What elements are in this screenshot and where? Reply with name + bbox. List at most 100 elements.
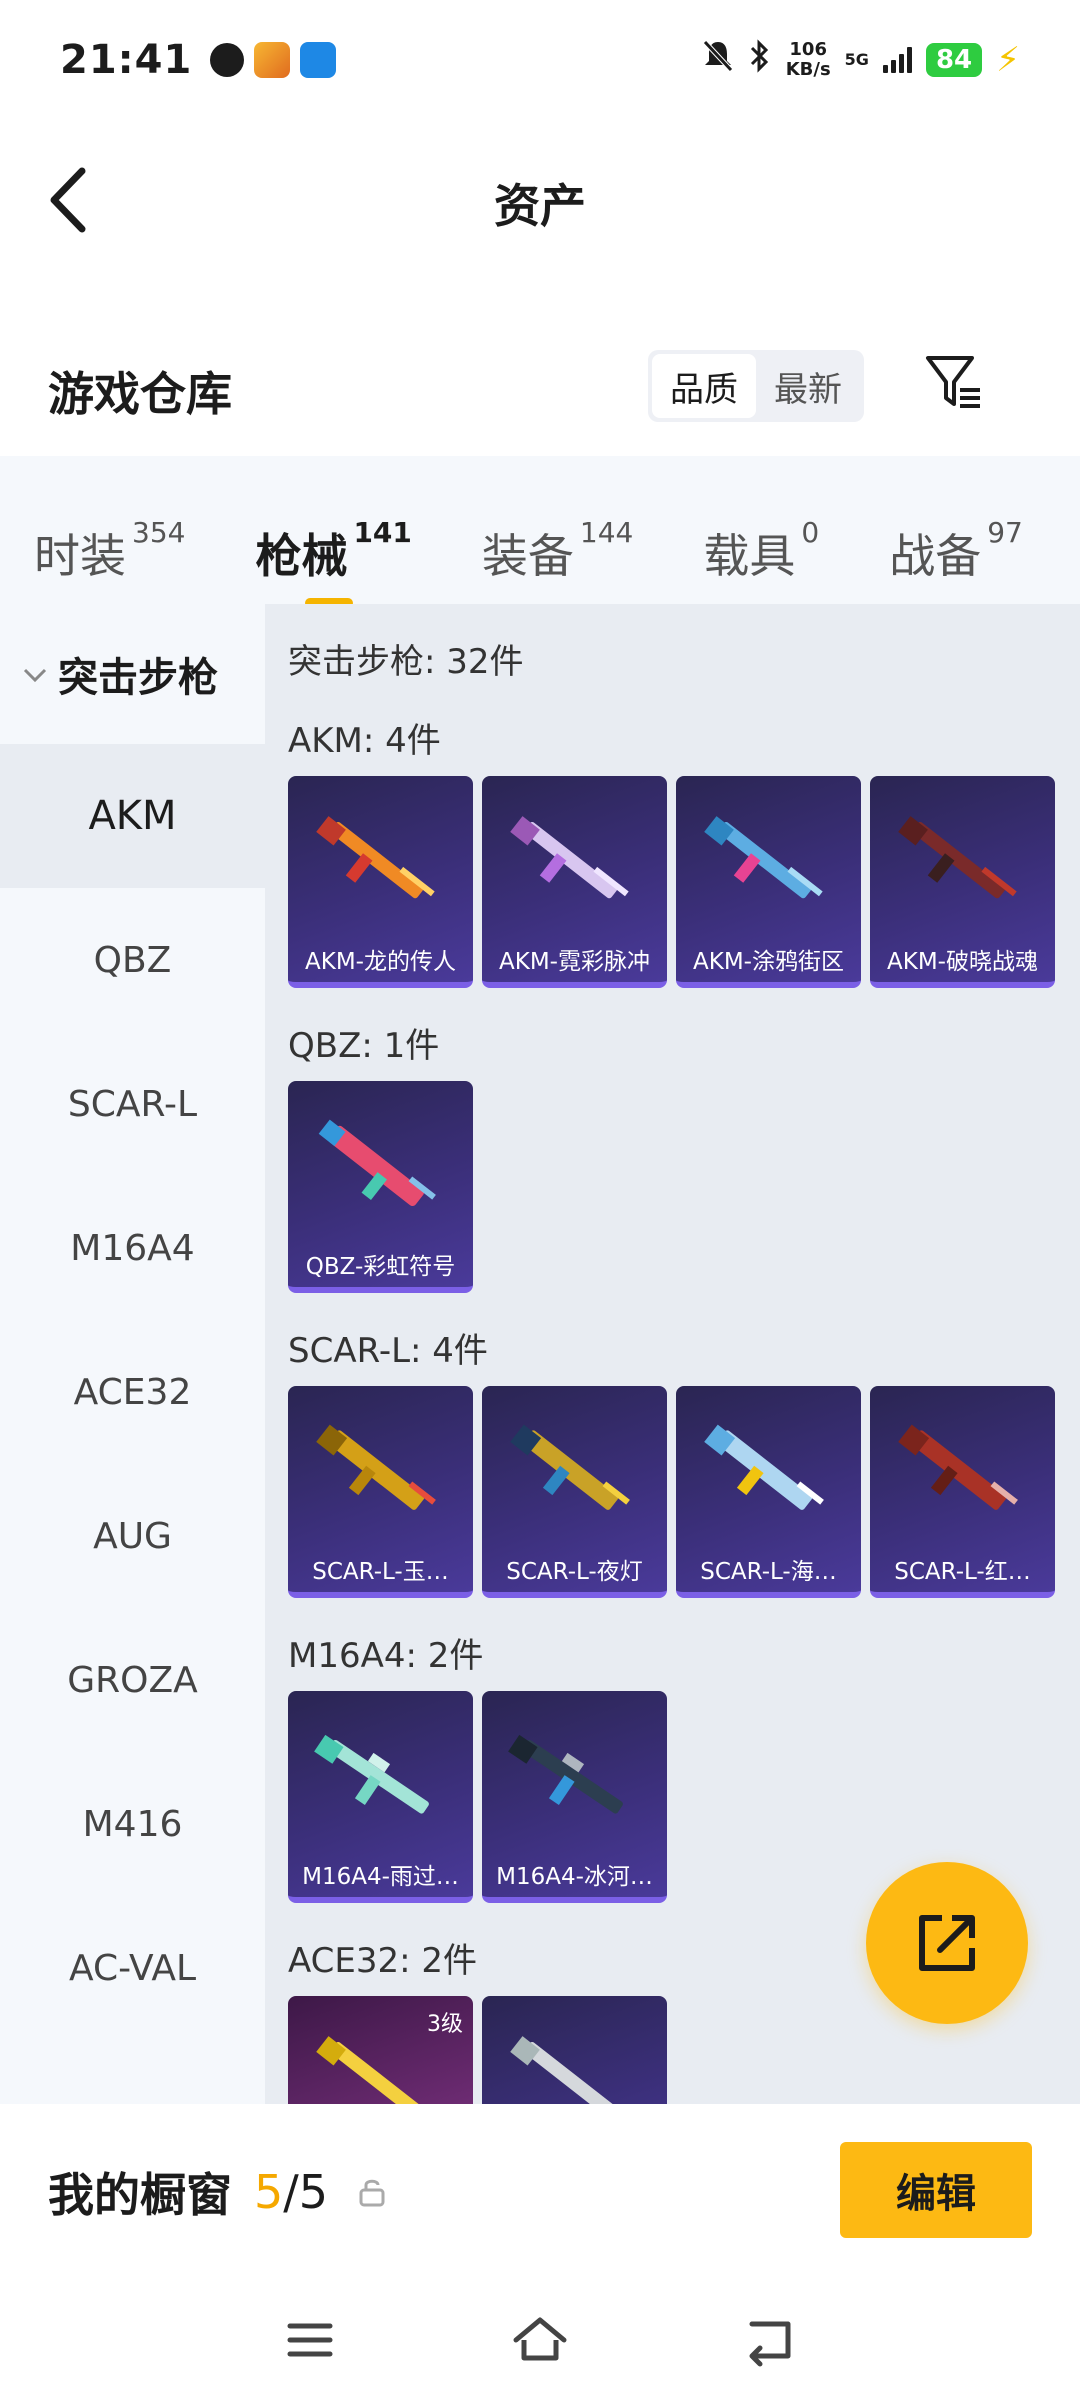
tab-label: 枪械 bbox=[255, 529, 348, 583]
share-icon bbox=[919, 1915, 975, 1971]
rifle-icon bbox=[508, 1734, 623, 1814]
game-app-icon bbox=[254, 42, 291, 78]
rifle-icon bbox=[314, 1734, 429, 1814]
hotspot-app-icon bbox=[300, 42, 337, 78]
sidebar-category-assault-rifle[interactable]: 突击步枪 bbox=[0, 604, 265, 744]
akm-grid: AKM-龙的传人 AKM-霓彩脉冲 AKM-涂鸦街区 AKM-破晓战魂 bbox=[288, 776, 1080, 988]
skin-card[interactable]: SCAR-L-海… bbox=[676, 1386, 861, 1598]
tab-count: 144 bbox=[579, 516, 634, 549]
rifle-icon bbox=[704, 1424, 824, 1510]
skin-card[interactable]: SCAR-L-玉… bbox=[288, 1386, 473, 1598]
tab-supplies[interactable]: 战备 97 bbox=[889, 480, 1023, 583]
skin-name: M16A4-冰河… bbox=[496, 1864, 653, 1890]
showcase-total: /5 bbox=[283, 2165, 329, 2219]
page-title: 资产 bbox=[494, 179, 586, 233]
skin-card[interactable]: SCAR-L-红… bbox=[870, 1386, 1055, 1598]
tab-count: 141 bbox=[353, 516, 412, 549]
skin-card[interactable]: AKM-破晓战魂 bbox=[870, 776, 1055, 988]
speed-value: 106 bbox=[789, 39, 827, 60]
sidebar-item-m16a4[interactable]: M16A4 bbox=[0, 1176, 265, 1320]
skin-name: SCAR-L-红… bbox=[894, 1559, 1031, 1585]
skin-card[interactable]: AKM-龙的传人 bbox=[288, 776, 473, 988]
bluetooth-icon bbox=[748, 38, 772, 82]
rifle-icon bbox=[316, 816, 435, 899]
skin-card[interactable]: 3级 bbox=[288, 1996, 473, 2104]
sidebar-item-groza[interactable]: GROZA bbox=[0, 1608, 265, 1752]
showcase-current: 5 bbox=[254, 2165, 284, 2219]
sidebar-item-aug[interactable]: AUG bbox=[0, 1464, 265, 1608]
skin-card[interactable] bbox=[482, 1996, 667, 2104]
skin-name: SCAR-L-玉… bbox=[312, 1559, 449, 1585]
chevron-down-icon bbox=[22, 658, 48, 691]
tab-equipment[interactable]: 装备 144 bbox=[482, 480, 634, 583]
battery-icon: 84 bbox=[925, 43, 983, 77]
skin-name: AKM-龙的传人 bbox=[305, 949, 456, 975]
sidebar-item-ace32[interactable]: ACE32 bbox=[0, 1320, 265, 1464]
category-summary: 突击步枪: 32件 bbox=[288, 642, 524, 682]
sort-quality-button[interactable]: 品质 bbox=[652, 354, 756, 418]
signal-icon bbox=[882, 47, 912, 73]
showcase-title: 我的橱窗 bbox=[48, 2168, 232, 2222]
tab-count: 354 bbox=[132, 516, 186, 549]
tab-firearms[interactable]: 枪械 141 bbox=[255, 480, 412, 608]
rifle-icon bbox=[316, 1424, 436, 1510]
skin-name: M16A4-雨过… bbox=[302, 1864, 459, 1890]
speed-unit: KB/s bbox=[785, 59, 831, 80]
group-title-m16a4: M16A4: 2件 bbox=[288, 1636, 484, 1676]
status-notification-icons bbox=[210, 42, 337, 78]
share-button[interactable] bbox=[866, 1862, 1028, 2024]
qbz-grid: QBZ-彩虹符号 bbox=[288, 1081, 1080, 1293]
rifle-icon bbox=[318, 1119, 436, 1207]
edit-button[interactable]: 编辑 bbox=[840, 2142, 1032, 2238]
showcase-count: 5/5 bbox=[254, 2165, 328, 2219]
app-header: 资产 bbox=[0, 120, 1080, 280]
group-title-scar-l: SCAR-L: 4件 bbox=[288, 1331, 488, 1371]
skin-card[interactable]: M16A4-冰河… bbox=[482, 1691, 667, 1903]
skin-name: SCAR-L-夜灯 bbox=[506, 1559, 643, 1585]
mute-icon bbox=[702, 39, 734, 82]
group-title-akm: AKM: 4件 bbox=[288, 721, 441, 761]
charging-icon: ⚡ bbox=[996, 40, 1020, 80]
home-icon[interactable] bbox=[510, 2310, 570, 2370]
sidebar-item-m416[interactable]: M416 bbox=[0, 1752, 265, 1896]
tab-label: 载具 bbox=[703, 529, 796, 583]
sidebar-item-akm[interactable]: AKM bbox=[0, 744, 265, 888]
rifle-icon bbox=[510, 2036, 618, 2104]
category-tabs: 时装 354 枪械 141 装备 144 载具 0 战备 97 bbox=[0, 456, 1080, 608]
status-bar: 21:41 106 KB/s 5G 84 ⚡ bbox=[0, 0, 1080, 120]
sidebar-item-scar-l[interactable]: SCAR-L bbox=[0, 1032, 265, 1176]
back-nav-icon[interactable] bbox=[740, 2310, 800, 2370]
group-title-qbz: QBZ: 1件 bbox=[288, 1026, 440, 1066]
warehouse-title: 游戏仓库 bbox=[48, 367, 232, 421]
app-notification-icon bbox=[210, 43, 245, 77]
skin-name: SCAR-L-海… bbox=[700, 1559, 837, 1585]
rifle-icon bbox=[510, 816, 629, 899]
filter-icon[interactable] bbox=[922, 350, 986, 414]
rifle-icon bbox=[898, 1424, 1018, 1510]
skin-card[interactable]: AKM-霓彩脉冲 bbox=[482, 776, 667, 988]
menu-icon[interactable] bbox=[280, 2310, 340, 2370]
status-time: 21:41 bbox=[60, 37, 193, 83]
status-right: 106 KB/s 5G 84 ⚡ bbox=[702, 38, 1020, 82]
skin-card[interactable]: AKM-涂鸦街区 bbox=[676, 776, 861, 988]
sidebar-item-qbz[interactable]: QBZ bbox=[0, 888, 265, 1032]
skin-card[interactable]: QBZ-彩虹符号 bbox=[288, 1081, 473, 1293]
skin-name: AKM-霓彩脉冲 bbox=[499, 949, 650, 975]
tab-count: 97 bbox=[987, 516, 1023, 549]
rifle-icon bbox=[898, 816, 1017, 899]
rifle-icon bbox=[510, 1424, 630, 1510]
tab-fashion[interactable]: 时装 354 bbox=[34, 480, 186, 583]
sidebar-item-ac-val[interactable]: AC-VAL bbox=[0, 1896, 265, 2040]
tab-label: 装备 bbox=[481, 529, 574, 583]
skin-name: AKM-涂鸦街区 bbox=[693, 949, 844, 975]
skin-card[interactable]: SCAR-L-夜灯 bbox=[482, 1386, 667, 1598]
warehouse-header: 游戏仓库 品质 最新 bbox=[0, 330, 1080, 440]
scar-l-grid: SCAR-L-玉… SCAR-L-夜灯 SCAR-L-海… SCAR-L-红… bbox=[288, 1386, 1080, 1598]
sort-newest-button[interactable]: 最新 bbox=[756, 354, 860, 418]
tab-label: 时装 bbox=[34, 529, 126, 583]
category-label: 突击步枪 bbox=[58, 655, 218, 701]
network-label: 5G bbox=[844, 50, 869, 69]
weapon-sidebar: 突击步枪 AKM QBZ SCAR-L M16A4 ACE32 AUG GROZ… bbox=[0, 604, 265, 2104]
skin-card[interactable]: M16A4-雨过… bbox=[288, 1691, 473, 1903]
tab-vehicles[interactable]: 载具 0 bbox=[703, 480, 819, 583]
